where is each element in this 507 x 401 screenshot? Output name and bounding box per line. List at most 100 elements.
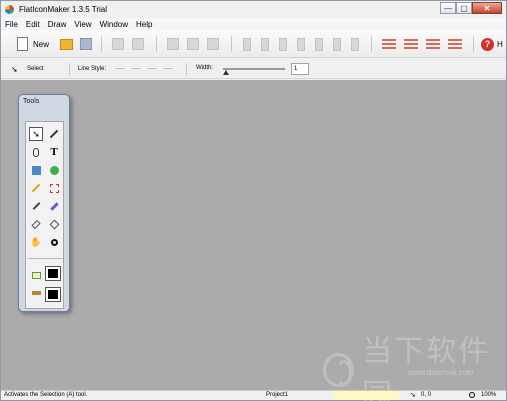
text-tool[interactable]: T bbox=[47, 145, 61, 159]
status-highlight bbox=[333, 391, 399, 400]
line-icon bbox=[31, 183, 41, 193]
line-style-dash[interactable] bbox=[131, 68, 141, 69]
align-center-button[interactable] bbox=[259, 35, 271, 53]
reset-colors-icon bbox=[31, 291, 41, 295]
main-toolbar: New ? H bbox=[1, 30, 506, 58]
width-slider[interactable] bbox=[223, 68, 285, 70]
maximize-button[interactable]: ▢ bbox=[456, 2, 472, 14]
open-folder-icon bbox=[59, 38, 73, 50]
help-icon: ? bbox=[481, 37, 494, 51]
menu-draw[interactable]: Draw bbox=[44, 20, 71, 29]
hand-tool[interactable]: ✋ bbox=[29, 235, 43, 249]
cut-button[interactable] bbox=[166, 35, 180, 53]
tools-panel: Tools ➘ T ✋ bbox=[18, 94, 70, 312]
menu-edit[interactable]: Edit bbox=[22, 20, 44, 29]
menu-view[interactable]: View bbox=[70, 20, 95, 29]
copy-button[interactable] bbox=[111, 35, 125, 53]
align-left-button[interactable] bbox=[241, 35, 253, 53]
help-label: H bbox=[497, 39, 503, 49]
zoom-tool[interactable] bbox=[47, 235, 61, 249]
line-style-dot[interactable] bbox=[147, 68, 157, 69]
reset-colors-button[interactable] bbox=[29, 286, 43, 300]
new-button[interactable]: New bbox=[13, 35, 53, 53]
width-input[interactable]: 1 bbox=[291, 63, 309, 75]
add-icon bbox=[207, 38, 219, 50]
fill-color-swatch[interactable] bbox=[45, 266, 61, 281]
add-button[interactable] bbox=[206, 35, 220, 53]
redo-button[interactable] bbox=[186, 35, 200, 53]
ellipse-tool[interactable] bbox=[47, 163, 61, 177]
menu-help[interactable]: Help bbox=[132, 20, 156, 29]
open-button[interactable] bbox=[59, 35, 73, 53]
layer-bottom-button[interactable] bbox=[447, 35, 463, 53]
node-icon bbox=[33, 147, 39, 157]
distribute-icon bbox=[351, 37, 359, 51]
pen-tool[interactable] bbox=[47, 127, 61, 141]
title-bar: FlatIconMaker 1.3.5 Trial — ▢ ✕ bbox=[1, 1, 506, 18]
toolbar-separator bbox=[473, 36, 474, 52]
app-logo-icon bbox=[5, 5, 14, 14]
align-top-button[interactable] bbox=[295, 35, 307, 53]
transform-icon bbox=[49, 183, 59, 193]
menu-window[interactable]: Window bbox=[96, 20, 132, 29]
save-button[interactable] bbox=[79, 35, 93, 53]
brush-icon bbox=[49, 201, 59, 211]
options-separator bbox=[186, 63, 187, 75]
tools-separator bbox=[28, 258, 63, 259]
align-left-icon bbox=[243, 37, 251, 51]
status-message: Activates the Selection (A) tool. bbox=[4, 392, 88, 398]
align-bottom-button[interactable] bbox=[331, 35, 343, 53]
text-tool-icon: T bbox=[50, 146, 58, 158]
minimize-button[interactable]: — bbox=[440, 2, 456, 14]
ellipse-icon bbox=[49, 165, 59, 175]
line-tool[interactable] bbox=[29, 181, 43, 195]
menu-file[interactable]: File bbox=[1, 20, 22, 29]
toolbar-separator bbox=[101, 36, 102, 52]
window-title: FlatIconMaker 1.3.5 Trial bbox=[19, 5, 108, 14]
paste-button[interactable] bbox=[131, 35, 145, 53]
swap-colors-button[interactable] bbox=[29, 268, 43, 282]
status-bar: Activates the Selection (A) tool. Projec… bbox=[1, 390, 506, 400]
close-button[interactable]: ✕ bbox=[472, 2, 502, 14]
zoom-icon bbox=[469, 392, 475, 398]
brush-tool[interactable] bbox=[47, 199, 61, 213]
width-slider-thumb[interactable] bbox=[223, 70, 229, 75]
selection-tool[interactable]: ➘ bbox=[29, 127, 43, 141]
cursor-icon: ➘ bbox=[410, 392, 416, 399]
options-separator bbox=[69, 63, 70, 75]
status-coordinates: 0, 0 bbox=[421, 392, 432, 398]
transform-tool[interactable] bbox=[47, 181, 61, 195]
cut-icon bbox=[167, 38, 179, 50]
copy-icon bbox=[112, 38, 124, 50]
eyedropper-tool[interactable] bbox=[29, 199, 43, 213]
rectangle-icon bbox=[31, 165, 41, 175]
app-window: FlatIconMaker 1.3.5 Trial — ▢ ✕ File Edi… bbox=[0, 0, 507, 401]
help-button[interactable]: ? H bbox=[481, 35, 505, 53]
hand-icon: ✋ bbox=[30, 236, 42, 247]
layer-up-button[interactable] bbox=[381, 35, 397, 53]
eyedropper-icon bbox=[32, 202, 40, 210]
window-controls: — ▢ ✕ bbox=[440, 2, 502, 14]
line-style-dashdot[interactable] bbox=[163, 68, 173, 69]
layer-top-button[interactable] bbox=[425, 35, 441, 53]
node-tool[interactable] bbox=[29, 145, 43, 159]
swap-colors-icon bbox=[31, 271, 41, 279]
distribute-button[interactable] bbox=[349, 35, 361, 53]
rectangle-tool[interactable] bbox=[29, 163, 43, 177]
line-style-solid[interactable] bbox=[115, 68, 125, 69]
fill-tool[interactable] bbox=[47, 217, 61, 231]
stroke-color-swatch[interactable] bbox=[45, 287, 61, 302]
tools-panel-title: Tools bbox=[23, 98, 40, 105]
align-middle-button[interactable] bbox=[313, 35, 325, 53]
align-center-icon bbox=[261, 37, 269, 51]
select-label: Select bbox=[27, 66, 44, 72]
menu-bar: File Edit Draw View Window Help bbox=[1, 18, 506, 30]
align-right-icon bbox=[279, 37, 287, 51]
toolbar-separator bbox=[371, 36, 372, 52]
eraser-tool[interactable] bbox=[29, 217, 43, 231]
layer-down-button[interactable] bbox=[403, 35, 419, 53]
align-bottom-icon bbox=[333, 37, 341, 51]
new-document-icon bbox=[16, 37, 28, 51]
align-right-button[interactable] bbox=[277, 35, 289, 53]
align-top-icon bbox=[297, 37, 305, 51]
